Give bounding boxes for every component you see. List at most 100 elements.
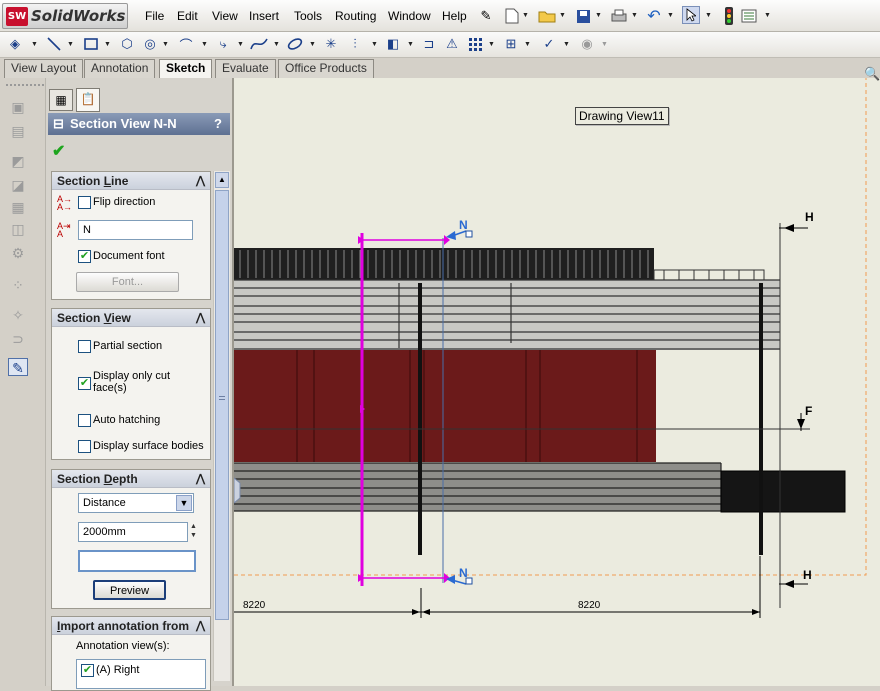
point-icon[interactable]: ✳: [322, 35, 340, 53]
select-dropdown-icon[interactable]: ▼: [705, 12, 712, 19]
rectangle-icon[interactable]: [82, 35, 100, 53]
undo-icon[interactable]: ↶: [645, 7, 663, 25]
annotation-view-checkbox[interactable]: ✔: [81, 664, 94, 677]
depth-spinner-icon[interactable]: ▲ ▼: [190, 522, 197, 540]
line-dropdown-icon[interactable]: ▼: [67, 41, 74, 48]
ellipse-dropdown-icon[interactable]: ▼: [309, 41, 316, 48]
tab-sketch[interactable]: Sketch: [159, 59, 213, 79]
ok-checkmark-icon[interactable]: ✔: [52, 141, 65, 161]
open-folder-icon[interactable]: [538, 7, 556, 25]
panel-scrollbar[interactable]: ▲: [213, 171, 230, 681]
drawing-view-label[interactable]: Drawing View11: [575, 107, 669, 125]
dimension-right[interactable]: 8220: [578, 600, 600, 611]
tangent-arc-icon[interactable]: ⤷: [214, 35, 232, 53]
dimension-dropdown-icon[interactable]: ▼: [31, 41, 38, 48]
menu-tools[interactable]: Tools: [294, 9, 322, 23]
depth-value-input[interactable]: 2000mm: [78, 522, 188, 542]
print-dropdown-icon[interactable]: ▼: [631, 12, 638, 19]
display-surface-checkbox[interactable]: [78, 440, 91, 453]
options-icon[interactable]: [740, 7, 758, 25]
menu-insert[interactable]: Insert: [249, 9, 279, 23]
menu-help[interactable]: Help: [442, 9, 467, 23]
save-icon[interactable]: [574, 7, 592, 25]
scroll-thumb[interactable]: [215, 190, 229, 620]
partial-section-checkbox[interactable]: [78, 340, 91, 353]
model-view-icon: ▤: [11, 123, 25, 139]
property-manager-tab-icon[interactable]: 📋: [76, 88, 100, 112]
section-depth-header[interactable]: Section Depth ⋀: [52, 470, 210, 488]
section-label-input[interactable]: N: [78, 220, 193, 240]
arc-dropdown-icon[interactable]: ▼: [201, 41, 208, 48]
pin-icon[interactable]: ✎: [477, 7, 495, 25]
flip-direction-checkbox[interactable]: [78, 196, 91, 209]
active-section-tool-icon[interactable]: ✎: [8, 358, 28, 376]
collapse-chevron-icon[interactable]: ⋀: [196, 172, 205, 190]
dimension-left[interactable]: 8220: [243, 600, 265, 611]
scroll-up-icon[interactable]: ▲: [215, 172, 229, 188]
preview-button[interactable]: Preview: [93, 580, 166, 600]
menu-file[interactable]: File: [145, 9, 164, 23]
section-line-header[interactable]: Section Line ⋀: [52, 172, 210, 190]
document-font-checkbox[interactable]: ✔: [78, 250, 91, 263]
open-dropdown-icon[interactable]: ▼: [559, 12, 566, 19]
relations-dropdown-icon[interactable]: ▼: [524, 41, 531, 48]
tab-annotation[interactable]: Annotation: [84, 59, 156, 78]
depth-reference-select[interactable]: Distance ▼: [78, 493, 194, 513]
arc-icon[interactable]: ⌒: [177, 35, 195, 53]
import-annotation-header[interactable]: Import annotation from ⋀: [52, 617, 210, 635]
tab-evaluate[interactable]: Evaluate: [215, 59, 276, 78]
solidworks-logo[interactable]: SW SolidWorks: [2, 3, 128, 29]
pattern-icon[interactable]: [466, 35, 484, 53]
rectangle-dropdown-icon[interactable]: ▼: [104, 41, 111, 48]
menu-view[interactable]: View: [212, 9, 238, 23]
section-letter-top: N: [459, 218, 468, 232]
tangent-arc-dropdown-icon[interactable]: ▼: [237, 41, 244, 48]
menu-edit[interactable]: Edit: [177, 9, 198, 23]
drawing-sheet[interactable]: Drawing View11 N N H H F 8220 8220 🔍: [234, 66, 880, 686]
select-arrow-icon[interactable]: [682, 6, 700, 24]
depth-selection-box[interactable]: [78, 550, 196, 572]
spline-icon[interactable]: [250, 35, 268, 53]
trim-icon[interactable]: ⚠: [443, 35, 461, 53]
new-document-icon[interactable]: [503, 7, 521, 25]
collapse-chevron-icon[interactable]: ⋀: [196, 617, 205, 635]
display-only-cut-checkbox[interactable]: ✔: [78, 377, 91, 390]
new-dropdown-icon[interactable]: ▼: [522, 12, 529, 19]
offset-dropdown-icon[interactable]: ▼: [407, 41, 414, 48]
convert-entities-icon[interactable]: ⊐: [420, 35, 438, 53]
collapse-chevron-icon[interactable]: ⋀: [196, 470, 205, 488]
zoom-icon[interactable]: 🔍: [864, 66, 880, 82]
spline-dropdown-icon[interactable]: ▼: [273, 41, 280, 48]
ellipse-icon[interactable]: [286, 35, 304, 53]
help-icon[interactable]: ?: [214, 113, 222, 135]
tab-view-layout[interactable]: View Layout: [4, 59, 84, 78]
offset-icon[interactable]: ◧: [384, 35, 402, 53]
pattern-dropdown-icon[interactable]: ▼: [488, 41, 495, 48]
tab-office-products[interactable]: Office Products: [278, 59, 374, 78]
feature-manager-tab-icon[interactable]: ▦: [49, 89, 73, 111]
print-icon[interactable]: [610, 7, 628, 25]
header-text: mport annotation from: [60, 619, 189, 633]
chevron-down-icon[interactable]: ▼: [176, 495, 192, 511]
smart-dimension-icon[interactable]: ◈: [6, 35, 24, 53]
repair-sketch-icon[interactable]: ✓: [540, 35, 558, 53]
collapse-chevron-icon[interactable]: ⋀: [196, 309, 205, 327]
repair-dropdown-icon[interactable]: ▼: [563, 41, 570, 48]
auto-hatching-checkbox[interactable]: [78, 414, 91, 427]
section-view-group: Section View ⋀ Partial section ✔ Display…: [51, 308, 211, 460]
menu-routing[interactable]: Routing: [335, 9, 376, 23]
marker-f: F: [805, 404, 813, 418]
line-icon[interactable]: [45, 35, 63, 53]
relations-icon[interactable]: ⊞: [502, 35, 520, 53]
mirror-dropdown-icon[interactable]: ▼: [371, 41, 378, 48]
polygon-icon[interactable]: ⬡: [118, 35, 136, 53]
mirror-icon[interactable]: ⫶: [346, 35, 364, 53]
undo-dropdown-icon[interactable]: ▼: [667, 12, 674, 19]
menu-window[interactable]: Window: [388, 9, 431, 23]
section-view-header[interactable]: Section View ⋀: [52, 309, 210, 327]
circle-dropdown-icon[interactable]: ▼: [162, 41, 169, 48]
circle-icon[interactable]: ◎: [141, 35, 159, 53]
rebuild-icon[interactable]: [720, 7, 738, 25]
save-dropdown-icon[interactable]: ▼: [595, 12, 602, 19]
options-dropdown-icon[interactable]: ▼: [764, 12, 771, 19]
